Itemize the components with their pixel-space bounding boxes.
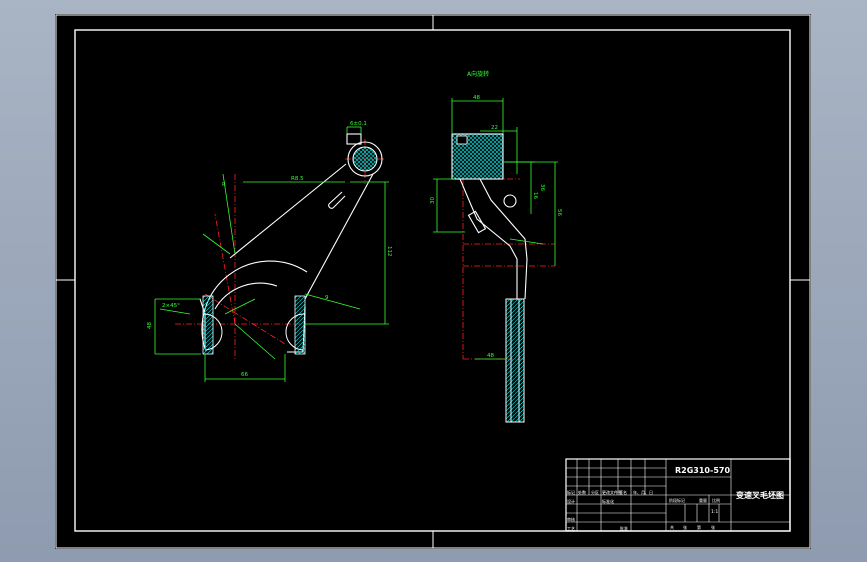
part-name: 变速叉毛坯图 bbox=[736, 490, 784, 500]
dim-top-width: 48 bbox=[473, 95, 480, 101]
svg-text:标记: 标记 bbox=[567, 489, 575, 495]
svg-text:设计: 设计 bbox=[567, 498, 575, 504]
dim-bottom: 48 bbox=[487, 353, 494, 359]
title-block: R2G310-570 变速叉毛坯图 1:1 标记 处数 分区 更改文件号 签名 … bbox=[565, 458, 791, 532]
dim-vertical: 112 bbox=[386, 246, 392, 257]
cad-drawing: 6±0.1 R8.5 R 112 9 2×45° 48 66 A向旋转 48 2… bbox=[55, 14, 811, 549]
svg-text:阶段标记: 阶段标记 bbox=[669, 497, 685, 503]
svg-text:工艺: 工艺 bbox=[567, 526, 575, 531]
svg-text:年、月、日: 年、月、日 bbox=[633, 489, 653, 495]
inner-border bbox=[74, 29, 791, 532]
row-labels: 标记 处数 分区 更改文件号 签名 年、月、日 bbox=[567, 489, 653, 495]
svg-text:比例: 比例 bbox=[712, 497, 720, 503]
svg-text:第: 第 bbox=[697, 524, 701, 530]
dim-diagonal: 9 bbox=[325, 295, 329, 301]
dim-width-left: 48 bbox=[147, 322, 153, 329]
dim-angle: R bbox=[222, 182, 226, 188]
dim-top-slot: 6±0.1 bbox=[350, 121, 367, 127]
fork-section bbox=[505, 298, 525, 423]
svg-text:张: 张 bbox=[711, 524, 715, 530]
svg-text:标准化: 标准化 bbox=[602, 498, 614, 504]
dim-inner: 22 bbox=[491, 125, 498, 131]
dim-chamfer: 2×45° bbox=[162, 303, 180, 309]
dim-right-h1: 16 bbox=[532, 192, 538, 199]
footer-labels: 共 张 第 张 bbox=[670, 524, 715, 530]
svg-text:张: 张 bbox=[683, 524, 687, 530]
stage-labels: 阶段标记 重量 比例 bbox=[669, 497, 720, 503]
dim-radius-top: R8.5 bbox=[291, 176, 304, 182]
sign-labels: 设计 标准化 审核 工艺 批准 bbox=[567, 498, 628, 531]
dim-right-h2: 36 bbox=[539, 184, 545, 191]
dim-right-h3: 56 bbox=[556, 209, 562, 216]
svg-text:重量: 重量 bbox=[699, 497, 707, 503]
arm-profile bbox=[459, 178, 528, 300]
svg-text:审核: 审核 bbox=[567, 516, 575, 522]
section-label: A向旋转 bbox=[467, 70, 489, 78]
drawing-number: R2G310-570 bbox=[675, 466, 730, 475]
hub-hatch bbox=[352, 146, 378, 172]
left-view: 6±0.1 R8.5 R 112 9 2×45° 48 66 bbox=[147, 121, 392, 382]
svg-text:批准: 批准 bbox=[620, 525, 628, 531]
drawing-sheet: 6±0.1 R8.5 R 112 9 2×45° 48 66 A向旋转 48 2… bbox=[55, 14, 811, 549]
left-dim-lines bbox=[154, 126, 389, 382]
svg-text:共: 共 bbox=[670, 524, 674, 530]
dim-left: 30 bbox=[430, 197, 436, 204]
svg-text:签名: 签名 bbox=[619, 489, 627, 495]
dim-width-bottom: 66 bbox=[241, 372, 248, 378]
svg-text:分区: 分区 bbox=[591, 489, 599, 495]
svg-text:处数: 处数 bbox=[578, 489, 586, 495]
right-view: A向旋转 48 22 16 36 56 30 48 bbox=[430, 70, 562, 423]
scale-value: 1:1 bbox=[711, 509, 718, 515]
